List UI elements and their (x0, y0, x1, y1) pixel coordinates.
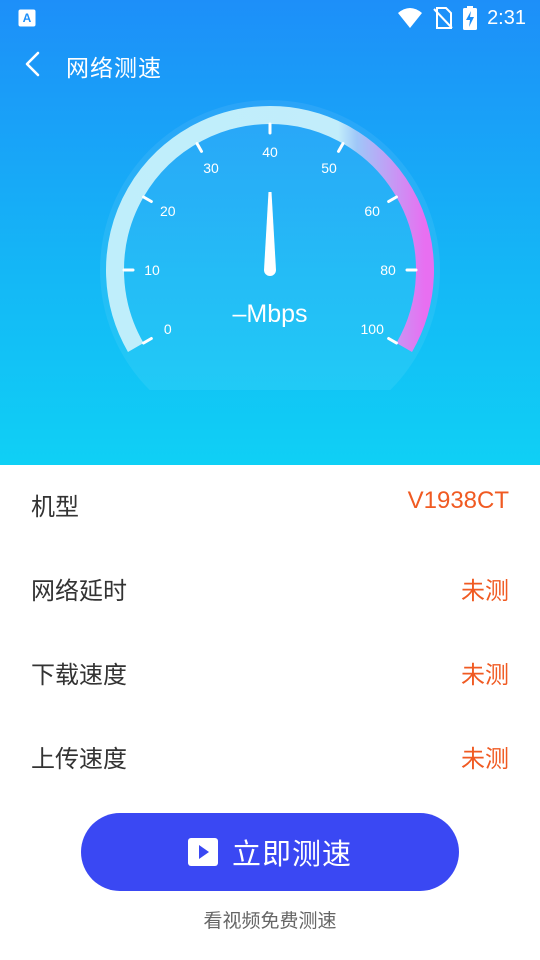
app-a-icon: A (18, 9, 36, 27)
gauge-tick-label: 40 (262, 144, 278, 160)
svg-text:A: A (23, 11, 32, 25)
back-button[interactable] (14, 48, 50, 80)
info-row-upload: 上传速度 未测 (0, 717, 540, 801)
header-background: A 2:31 网络测速 0 10 20 30 40 50 60 80 100 –… (0, 0, 540, 465)
info-row-value: 未测 (461, 662, 509, 689)
info-row-latency: 网络延时 未测 (0, 549, 540, 633)
info-row-label: 上传速度 (31, 745, 127, 773)
watch-video-link[interactable]: 看视频免费测速 (0, 906, 540, 933)
start-test-button[interactable]: 立即测速 (81, 813, 459, 891)
info-row-label: 下载速度 (31, 661, 127, 689)
gauge-tick-label: 30 (203, 160, 219, 176)
page-title: 网络测速 (66, 56, 162, 82)
battery-charging-icon (463, 6, 478, 30)
info-row-value: V1938CT (407, 487, 509, 514)
play-icon (187, 838, 218, 866)
info-row-value: 未测 (461, 746, 509, 773)
gauge-tick-label: 10 (144, 262, 160, 278)
speed-gauge: 0 10 20 30 40 50 60 80 100 –Mbps (70, 90, 470, 390)
status-time: 2:31 (487, 6, 526, 29)
chevron-left-icon (25, 51, 40, 77)
info-row-model: 机型 V1938CT (0, 465, 540, 549)
gauge-tick-label: 80 (380, 262, 396, 278)
speed-readout: –Mbps (232, 300, 308, 328)
info-row-label: 网络延时 (31, 577, 127, 605)
nav-bar: 网络测速 (0, 40, 540, 88)
gauge-graphic: 010203040506080100 (100, 100, 440, 390)
gauge-tick-label: 60 (364, 203, 380, 219)
wifi-icon (398, 8, 423, 28)
gauge-tick-label: 50 (321, 160, 337, 176)
start-test-label: 立即测速 (231, 837, 352, 871)
info-row-download: 下载速度 未测 (0, 633, 540, 717)
info-row-value: 未测 (461, 578, 509, 605)
info-row-label: 机型 (31, 493, 79, 521)
status-bar: A 2:31 (0, 0, 540, 36)
gauge-tick-label: 20 (160, 203, 176, 219)
no-sim-icon (433, 7, 453, 29)
